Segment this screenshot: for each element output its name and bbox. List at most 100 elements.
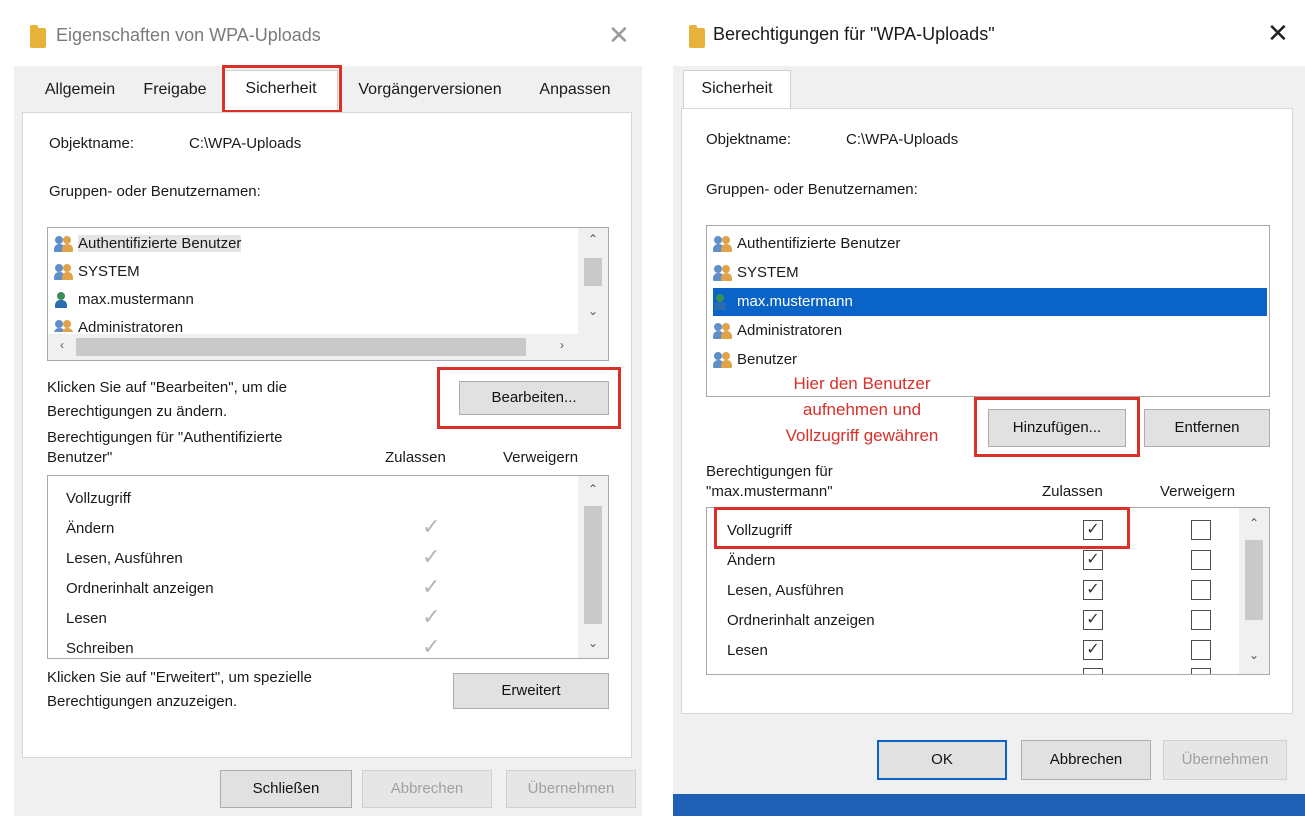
users-list-horizontal-scrollbar[interactable]: ‹ › xyxy=(48,334,608,360)
tab-sicherheit[interactable]: Sicherheit xyxy=(683,70,791,110)
allow-checkbox[interactable]: ✓ xyxy=(1083,550,1103,570)
remove-button[interactable]: Entfernen xyxy=(1144,409,1270,447)
permissions-list[interactable]: Vollzugriff Ändern Lesen, Ausführen Ordn… xyxy=(47,475,609,659)
list-item[interactable]: SYSTEM xyxy=(54,258,140,286)
apply-button[interactable]: Übernehmen xyxy=(506,770,636,808)
column-allow: Zulassen xyxy=(385,449,446,466)
folder-icon xyxy=(30,25,46,48)
advanced-hint-line-1: Klicken Sie auf "Erweitert", um speziell… xyxy=(47,669,312,686)
allow-checkbox[interactable]: ✓ xyxy=(1083,640,1103,660)
users-list[interactable]: Authentifizierte Benutzer SYSTEM max.mus… xyxy=(706,225,1270,397)
left-properties-dialog: Eigenschaften von WPA-Uploads ✕ Allgemei… xyxy=(14,8,642,816)
ok-button[interactable]: OK xyxy=(877,740,1007,780)
allow-checkbox[interactable] xyxy=(1083,668,1103,674)
edit-hint-line-1: Klicken Sie auf "Bearbeiten", um die xyxy=(47,379,287,396)
scroll-up-icon[interactable]: ⌃ xyxy=(1244,516,1264,530)
list-item[interactable]: Authentifizierte Benutzer xyxy=(54,230,242,258)
checkmark-icon: ✓ xyxy=(422,514,441,539)
scrollbar-thumb[interactable] xyxy=(1245,540,1263,620)
cancel-button[interactable]: Abbrechen xyxy=(1021,740,1151,780)
permission-row: Vollzugriff xyxy=(66,490,131,507)
group-icon xyxy=(713,264,733,282)
column-allow: Zulassen xyxy=(1042,483,1103,500)
checkmark-icon: ✓ xyxy=(422,574,441,599)
tab-freigabe[interactable]: Freigabe xyxy=(132,72,218,108)
permission-row: Lesen xyxy=(66,610,107,627)
tab-allgemein[interactable]: Allgemein xyxy=(32,72,128,108)
right-permissions-dialog: Berechtigungen für "WPA-Uploads" ✕ Siche… xyxy=(673,8,1305,816)
list-item[interactable]: Authentifizierte Benutzer xyxy=(713,230,900,258)
permissions-tab-page: Objektname: C:\WPA-Uploads Gruppen- oder… xyxy=(681,108,1293,714)
advanced-button[interactable]: Erweitert xyxy=(453,673,609,709)
left-title-bar: Eigenschaften von WPA-Uploads ✕ xyxy=(14,8,642,66)
object-name-label: Objektname: xyxy=(49,135,135,152)
deny-checkbox[interactable] xyxy=(1191,580,1211,600)
scroll-up-icon[interactable]: ⌃ xyxy=(583,232,603,246)
object-name-value: C:\WPA-Uploads xyxy=(846,131,959,148)
edit-hint-line-2: Berechtigungen zu ändern. xyxy=(47,403,228,420)
scroll-left-icon[interactable]: ‹ xyxy=(52,338,72,352)
cancel-button[interactable]: Abbrechen xyxy=(362,770,492,808)
column-deny: Verweigern xyxy=(1160,483,1236,500)
column-deny: Verweigern xyxy=(503,449,579,466)
scroll-down-icon[interactable]: ⌄ xyxy=(583,636,603,650)
scroll-up-icon[interactable]: ⌃ xyxy=(583,482,603,496)
permissions-scrollbar[interactable]: ⌃ ⌄ xyxy=(578,476,608,658)
list-item-selected[interactable]: max.mustermann xyxy=(713,288,1267,316)
permissions-for-line-2: "max.mustermann" xyxy=(706,483,833,500)
close-button[interactable]: Schließen xyxy=(220,770,352,808)
scroll-right-icon[interactable]: › xyxy=(552,338,572,352)
deny-checkbox[interactable] xyxy=(1191,668,1211,674)
deny-checkbox[interactable] xyxy=(1191,640,1211,660)
permission-row: Ändern xyxy=(66,520,115,537)
folder-icon xyxy=(689,25,705,48)
permissions-for-line-2: Benutzer" xyxy=(47,449,113,466)
annotation-line-1: Hier den Benutzer xyxy=(742,373,982,395)
permission-row: Ordnerinhalt anzeigen xyxy=(66,580,214,597)
list-item[interactable]: Administratoren xyxy=(713,317,842,345)
groups-label: Gruppen- oder Benutzernamen: xyxy=(49,183,261,200)
list-item[interactable]: Benutzer xyxy=(713,346,797,374)
permission-row: Lesen, Ausführen xyxy=(66,550,183,567)
scrollbar-thumb[interactable] xyxy=(584,258,602,286)
scroll-down-icon[interactable]: ⌄ xyxy=(583,304,603,318)
group-icon xyxy=(713,351,733,369)
left-dialog-title: Eigenschaften von WPA-Uploads xyxy=(56,25,321,45)
scrollbar-thumb[interactable] xyxy=(76,338,526,356)
desktop-taskbar-strip xyxy=(673,794,1305,816)
close-icon[interactable]: ✕ xyxy=(608,22,630,48)
close-icon[interactable]: ✕ xyxy=(1267,20,1289,46)
group-icon xyxy=(713,235,733,253)
permission-row: Schreiben xyxy=(66,640,134,657)
users-list[interactable]: Authentifizierte Benutzer SYSTEM max.mus… xyxy=(47,227,609,361)
tab-highlight-box xyxy=(222,65,342,113)
allow-checkbox[interactable]: ✓ xyxy=(1083,580,1103,600)
group-icon xyxy=(713,322,733,340)
scrollbar-thumb[interactable] xyxy=(584,506,602,624)
deny-checkbox[interactable] xyxy=(1191,610,1211,630)
right-title-bar: Berechtigungen für "WPA-Uploads" ✕ xyxy=(673,8,1305,66)
list-item[interactable]: max.mustermann xyxy=(54,286,194,314)
user-icon xyxy=(713,293,733,311)
list-item[interactable]: SYSTEM xyxy=(713,259,799,287)
list-item[interactable]: Administratoren xyxy=(54,314,183,332)
permissions-scrollbar[interactable]: ⌃ ⌄ xyxy=(1239,508,1269,674)
user-icon xyxy=(54,291,74,309)
users-list-vertical-scrollbar[interactable]: ⌃ ⌄ xyxy=(578,228,608,334)
group-icon xyxy=(54,319,74,332)
allow-checkbox[interactable]: ✓ xyxy=(1083,610,1103,630)
deny-checkbox[interactable] xyxy=(1191,550,1211,570)
permission-row: Ändern xyxy=(727,552,776,569)
group-icon xyxy=(54,263,74,281)
permission-row: Lesen xyxy=(727,642,768,659)
tab-vorgaengerversionen[interactable]: Vorgängerversionen xyxy=(340,72,520,108)
object-name-label: Objektname: xyxy=(706,131,792,148)
permissions-for-line-1: Berechtigungen für "Authentifizierte xyxy=(47,429,283,446)
scroll-down-icon[interactable]: ⌄ xyxy=(1244,648,1264,662)
full-control-highlight-box xyxy=(714,507,1130,549)
checkmark-icon: ✓ xyxy=(422,604,441,629)
tab-anpassen[interactable]: Anpassen xyxy=(526,72,624,108)
deny-checkbox[interactable] xyxy=(1191,520,1211,540)
advanced-hint-line-2: Berechtigungen anzuzeigen. xyxy=(47,693,238,710)
apply-button[interactable]: Übernehmen xyxy=(1163,740,1287,780)
